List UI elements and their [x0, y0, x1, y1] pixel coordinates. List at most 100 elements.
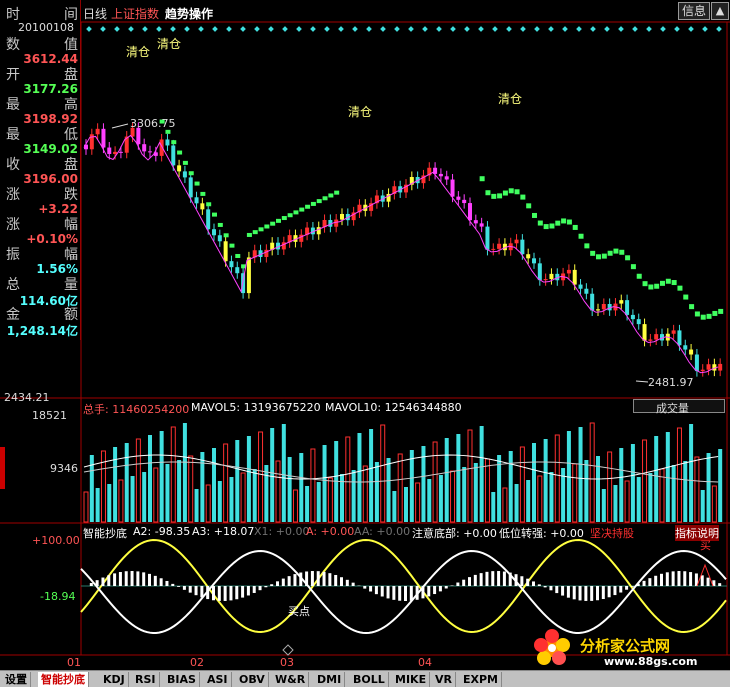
indicator-bar: [561, 586, 565, 596]
x-axis-label-04: 04: [418, 656, 432, 669]
volume-bar: [642, 439, 648, 523]
indicator-bar: [508, 572, 512, 586]
trend-band: [316, 199, 322, 204]
signal-diamond: [408, 26, 414, 32]
indicator-bar: [177, 586, 181, 587]
indicator-bar: [380, 586, 384, 597]
indicator-bar: [468, 577, 471, 586]
volume-bar: [281, 424, 286, 522]
signal-diamond: [100, 26, 106, 32]
a3-value: A3: +18.07: [192, 525, 255, 538]
tab-rsi[interactable]: RSI: [132, 672, 160, 687]
trend-band: [596, 254, 601, 260]
signal-diamond: [296, 26, 302, 32]
tab-settings[interactable]: 设置: [2, 672, 31, 687]
volume-bar: [671, 465, 676, 522]
signal-diamond: [380, 26, 386, 32]
trend-band: [537, 220, 543, 226]
volume-indicator-select[interactable]: 成交量: [633, 399, 725, 415]
tab-bias[interactable]: BIAS: [164, 672, 200, 687]
trend-band: [700, 314, 706, 320]
candle-body: [549, 273, 554, 280]
signal-diamond: [394, 26, 400, 32]
tab-vr[interactable]: VR: [432, 672, 456, 687]
signal-diamond: [422, 26, 428, 32]
indicator-bar: [299, 572, 303, 586]
trend-band: [258, 227, 264, 232]
trend-band: [171, 140, 177, 145]
trend-band: [276, 218, 281, 223]
indicator-bar: [473, 574, 477, 586]
trend-band: [636, 273, 642, 279]
trend-band: [660, 280, 665, 286]
indicator-bar: [456, 582, 460, 586]
indicator-bar: [555, 586, 559, 594]
volume-bar: [124, 443, 129, 522]
indicator-bar: [246, 586, 250, 596]
candle-body: [113, 151, 118, 154]
indicator-help-button[interactable]: 指标说明: [675, 525, 719, 541]
trend-band: [200, 191, 206, 196]
indicator-bar: [281, 578, 285, 586]
candle-body: [700, 369, 705, 372]
attention-bottom-value: 注意底部: +0.00: [412, 527, 497, 540]
signal-diamond: [506, 26, 512, 32]
indicator-bar: [660, 573, 663, 586]
candle-body: [514, 239, 519, 244]
indicator-bar: [340, 577, 343, 586]
volume-bar: [491, 492, 496, 522]
buy-point-label: 买点: [288, 605, 310, 618]
indicator-bar: [497, 571, 501, 586]
candle-body: [671, 330, 676, 334]
trend-band: [508, 188, 514, 194]
tab-smart-bottom[interactable]: 智能抄底: [38, 672, 89, 687]
tab-kdj[interactable]: KDJ: [100, 672, 129, 687]
indicator-bar: [107, 575, 111, 586]
trend-band: [235, 253, 241, 258]
indicator-bar: [677, 571, 681, 586]
signal-diamond: [562, 26, 568, 32]
trend-band: [566, 219, 572, 225]
indicator-tab-bar: 设置 智能抄底 KDJ RSI BIAS ASI OBV W&R DMI BOLL MIKE VR EX…: [0, 670, 730, 687]
trend-band: [665, 278, 671, 284]
volume-bar: [526, 480, 531, 522]
candle-body: [101, 128, 106, 148]
trend-band: [485, 190, 491, 196]
signal-diamond: [478, 26, 484, 32]
volume-bar: [578, 427, 583, 522]
tab-wr[interactable]: W&R: [272, 672, 310, 687]
volume-bar: [519, 446, 525, 523]
indicator-bar: [584, 586, 588, 601]
trend-band: [578, 233, 584, 239]
candle-body: [148, 151, 152, 153]
volume-bar: [194, 489, 199, 522]
trend-band: [223, 233, 229, 238]
candle-body: [677, 330, 682, 346]
volume-bar: [264, 465, 269, 522]
candle-body: [473, 220, 478, 224]
firm-hold-label: 坚决持股: [590, 527, 634, 540]
indicator-bar: [270, 584, 274, 586]
signal-diamond: [226, 26, 232, 32]
trend-band: [177, 150, 183, 155]
signal-diamond: [632, 26, 638, 32]
indicator-bar: [636, 583, 640, 586]
volume-bar: [351, 470, 356, 522]
trend-band: [601, 253, 607, 259]
indicator-bar: [619, 586, 623, 593]
volume-bar: [270, 428, 275, 522]
volume-bar: [386, 458, 391, 522]
volume-bar: [444, 438, 449, 522]
indicator-bar: [345, 579, 349, 586]
indicator-bar: [206, 586, 210, 600]
tab-obv[interactable]: OBV: [236, 672, 269, 687]
signal-diamond: [450, 26, 456, 32]
candle-body: [177, 165, 182, 172]
tab-expm[interactable]: EXPM: [460, 672, 503, 687]
tab-dmi[interactable]: DMI: [314, 672, 346, 687]
tab-mike[interactable]: MIKE: [392, 672, 431, 687]
tab-asi[interactable]: ASI: [204, 672, 232, 687]
indicator-bar: [392, 586, 396, 600]
trend-band: [229, 243, 235, 248]
tab-boll[interactable]: BOLL: [350, 672, 389, 687]
